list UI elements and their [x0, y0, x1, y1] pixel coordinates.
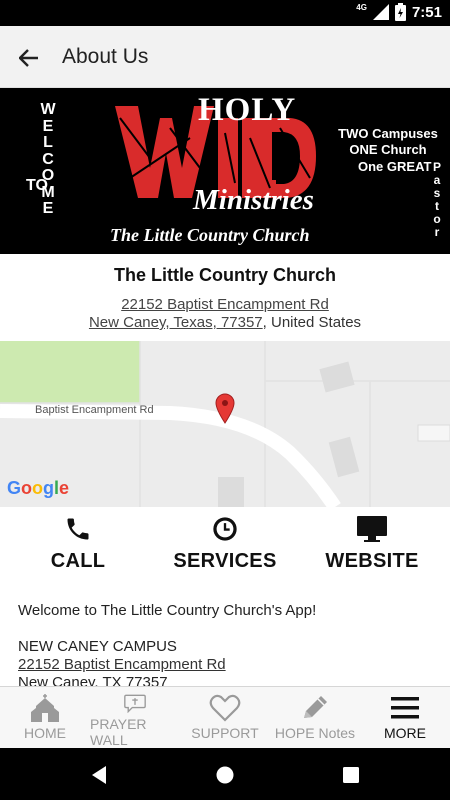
status-time: 7:51: [411, 3, 442, 21]
prayer-bubble-icon: [124, 694, 146, 713]
banner-welcome-vertical: W E L C O M E: [38, 101, 58, 218]
nav-more[interactable]: MORE: [360, 687, 450, 748]
nav-home[interactable]: HOME: [0, 687, 90, 748]
system-back-button[interactable]: [86, 762, 112, 788]
country-text: , United States: [262, 314, 362, 331]
map-road-label: Baptist Encampment Rd: [35, 404, 154, 416]
church-banner: W E L C O M E TO HOLY Ministries The Lit…: [0, 88, 450, 254]
welcome-text: Welcome to The Little Country Church's A…: [18, 602, 317, 619]
campus-title: NEW CANEY CAMPUS: [18, 638, 177, 655]
banner-ministries: Ministries: [193, 184, 314, 216]
banner-letter: E: [42, 200, 54, 217]
nav-support-label: SUPPORT: [191, 725, 259, 741]
monitor-icon: [357, 516, 387, 542]
banner-tagline: The Little Country Church: [110, 225, 310, 245]
church-icon: [31, 694, 59, 722]
banner-pastor-vertical: P a s t o r: [433, 161, 441, 239]
pencil-icon: [304, 696, 327, 718]
phone-icon: [67, 518, 89, 540]
heart-icon: [209, 694, 241, 722]
street-link[interactable]: 22152 Baptist Encampment Rd: [121, 296, 329, 313]
page-title: About Us: [62, 45, 149, 68]
banner-to: TO: [26, 177, 48, 194]
system-recents-button[interactable]: [338, 762, 364, 788]
nav-prayer-label: PRAYER WALL: [90, 716, 147, 748]
signal-icon: [372, 4, 389, 20]
nav-prayer-wall[interactable]: PRAYER WALL: [90, 687, 180, 748]
campus-info: NEW CANEY CAMPUS 22152 Baptist Encampmen…: [18, 638, 438, 692]
action-bar: CALL SERVICES WEBSITE: [0, 515, 450, 585]
status-bar: 4G 7:51: [0, 0, 450, 26]
call-label: CALL: [50, 550, 106, 572]
menu-icon: [391, 697, 419, 719]
banner-right-line: ONE Church: [349, 142, 427, 157]
banner-right-line: One GREAT: [358, 159, 432, 174]
banner-letter: L: [43, 134, 53, 151]
back-arrow-icon: [19, 49, 38, 67]
services-button[interactable]: SERVICES: [150, 515, 300, 585]
services-label: SERVICES: [173, 550, 277, 572]
system-home-button[interactable]: [212, 762, 238, 788]
home-circle-icon: [216, 766, 234, 784]
google-logo: Google: [7, 478, 70, 498]
bottom-nav: HOME PRAYER WALL SUPPORT HOPE Notes MORE: [0, 686, 450, 748]
website-button[interactable]: WEBSITE: [297, 515, 447, 585]
banner-letter: W: [40, 101, 56, 118]
recents-square-icon: [343, 767, 359, 783]
network-icon: 4G: [356, 2, 367, 12]
banner-right-line: TWO Campuses: [338, 126, 438, 141]
map-view[interactable]: Baptist Encampment Rd Google: [0, 341, 450, 507]
banner-letter: C: [42, 150, 54, 168]
nav-support[interactable]: SUPPORT: [180, 687, 270, 748]
call-button[interactable]: CALL: [3, 515, 153, 585]
banner-right-text: TWO Campuses ONE Church One GREAT: [334, 126, 442, 174]
banner-holy: HOLY: [198, 92, 297, 128]
church-name: The Little Country Church: [114, 265, 336, 285]
clock-icon: [213, 517, 237, 541]
back-triangle-icon: [92, 766, 106, 784]
banner-letter: r: [434, 225, 440, 239]
back-button[interactable]: [14, 43, 44, 73]
campus-street-link[interactable]: 22152 Baptist Encampment Rd: [18, 656, 226, 673]
nav-hope-label: HOPE Notes: [274, 725, 356, 741]
nav-home-label: HOME: [24, 725, 66, 741]
website-label: WEBSITE: [325, 550, 419, 572]
system-nav-bar: [0, 748, 450, 800]
church-address: 22152 Baptist Encampment Rd New Caney, T…: [0, 296, 450, 332]
app-bar: About Us: [0, 26, 450, 88]
nav-hope-notes[interactable]: HOPE Notes: [270, 687, 360, 748]
status-icons: 4G 7:51: [356, 3, 442, 21]
banner-letter: E: [42, 117, 54, 135]
battery-icon: [394, 3, 406, 21]
nav-more-label: MORE: [384, 725, 426, 741]
city-link[interactable]: New Caney, Texas, 77357: [89, 314, 263, 331]
